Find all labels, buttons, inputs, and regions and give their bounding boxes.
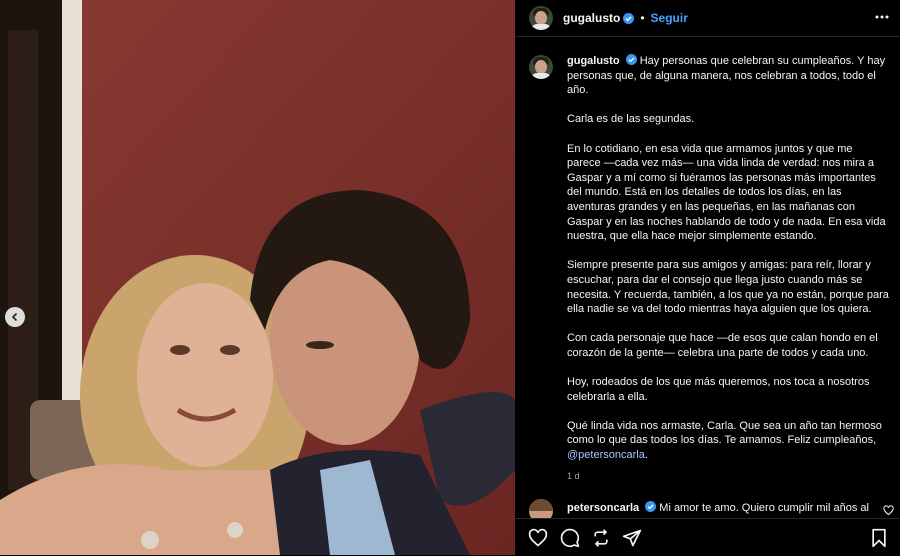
post-photo[interactable] bbox=[0, 0, 515, 555]
caption-area: gugalusto Hay personas que celebran su c… bbox=[515, 46, 900, 486]
verified-badge-icon bbox=[645, 501, 657, 512]
caption-end: . bbox=[644, 449, 648, 462]
post-header: gugalusto • Seguir bbox=[515, 0, 900, 37]
commenter-username[interactable]: petersoncarla bbox=[567, 502, 639, 514]
author-avatar[interactable] bbox=[529, 6, 553, 30]
post-caption: gugalusto Hay personas que celebran su c… bbox=[567, 54, 889, 484]
chevron-left-icon bbox=[11, 312, 18, 322]
verified-badge-icon bbox=[625, 54, 637, 65]
caption-paragraph-4: Siempre presente para sus amigos y amiga… bbox=[567, 259, 889, 316]
action-bar bbox=[515, 518, 900, 556]
post-timestamp[interactable]: 1 d bbox=[567, 469, 889, 484]
bookmark-icon[interactable] bbox=[870, 528, 888, 548]
caption-paragraph-7: Qué linda vida nos armaste, Carla. Que s… bbox=[567, 419, 882, 447]
previous-photo-button[interactable] bbox=[5, 307, 25, 327]
comment-icon[interactable] bbox=[560, 528, 580, 548]
share-icon[interactable] bbox=[622, 528, 642, 548]
caption-paragraph-2: Carla es de las segundas. bbox=[567, 113, 695, 126]
separator-dot: • bbox=[640, 11, 645, 25]
comment-body: Mi amor te amo. Quiero cumplir mil años … bbox=[659, 502, 869, 514]
caption-author-avatar[interactable] bbox=[529, 55, 553, 79]
comment-row: petersoncarla Mi amor te amo. Quiero cum… bbox=[515, 497, 900, 523]
verified-badge-icon bbox=[623, 12, 635, 24]
more-options-icon[interactable] bbox=[874, 9, 890, 25]
photo-illustration bbox=[0, 0, 515, 555]
author-username[interactable]: gugalusto bbox=[563, 11, 620, 25]
comment-text: petersoncarla Mi amor te amo. Quiero cum… bbox=[567, 501, 877, 514]
comment-like-heart-icon[interactable] bbox=[883, 505, 894, 516]
post-side-panel: gugalusto • Seguir gugalusto Hay persona… bbox=[515, 0, 900, 556]
caption-paragraph-6: Hoy, rodeados de los que más queremos, n… bbox=[567, 376, 870, 403]
caption-paragraph-5: Con cada personaje que hace —de esos que… bbox=[567, 332, 878, 359]
follow-button[interactable]: Seguir bbox=[651, 11, 688, 25]
caption-paragraph-3: En lo cotidiano, en esa vida que armamos… bbox=[567, 142, 886, 243]
instagram-post: gugalusto • Seguir gugalusto Hay persona… bbox=[0, 0, 900, 556]
heart-icon[interactable] bbox=[528, 528, 548, 548]
repost-icon[interactable] bbox=[591, 528, 611, 548]
mention-link[interactable]: @petersoncarla bbox=[567, 449, 645, 461]
caption-username[interactable]: gugalusto bbox=[567, 55, 620, 67]
